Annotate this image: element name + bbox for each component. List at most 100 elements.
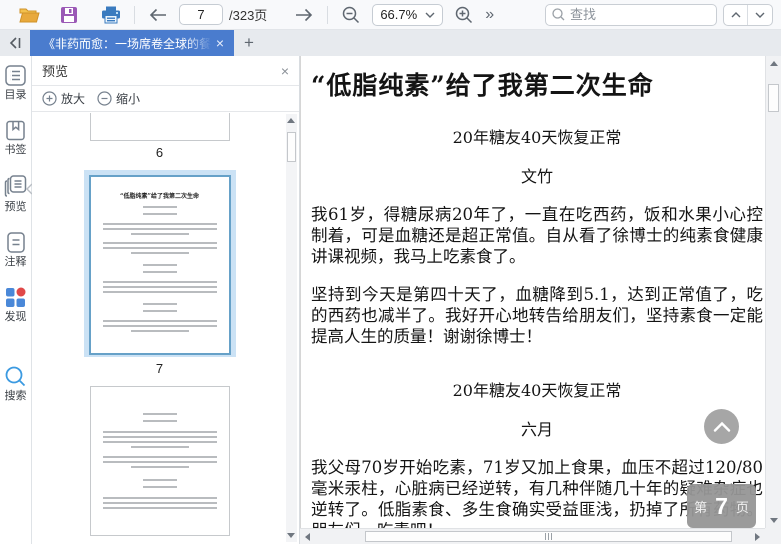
sidebar-item-search[interactable]: 搜索 [0,365,31,403]
thumbnail-zoom-out-button[interactable]: 缩小 [97,90,140,107]
scroll-right-arrow-icon[interactable] [755,533,760,541]
doc-paragraph: 坚持到今天是第四十天了，血糖降到5.1，达到正常值了，吃的西药也减半了。我好开心… [311,285,763,346]
thumbnail-label: 6 [155,145,164,160]
find-next-button[interactable] [748,5,772,25]
plus-circle-icon [42,91,57,106]
zoom-out-button[interactable] [338,3,364,27]
page-badge-number: 7 [715,492,728,519]
preview-scrollbar[interactable] [286,114,297,542]
thumbnail-page-8[interactable] [89,386,230,536]
zoom-in-button[interactable] [451,3,477,27]
sidebar-rail: 目录 书签 预览 注释 发现 搜索 [0,56,33,544]
new-tab-button[interactable]: + [234,30,264,56]
thumbnail-zoom-in-button[interactable]: 放大 [42,90,85,107]
preview-pages-icon [3,174,28,199]
sidebar-item-label: 发现 [4,311,27,323]
tab-close-icon[interactable]: × [212,36,228,50]
find-input-box[interactable] [545,3,717,26]
magnifier-minus-icon [342,6,360,24]
preview-zoom-tools: 放大 缩小 [32,86,299,112]
doc-author: 六月 [520,420,553,439]
printer-icon [101,6,121,24]
toc-icon [4,64,27,87]
sidebar-item-label: 注释 [4,256,27,268]
vertical-scrollbar-thumb[interactable] [768,84,779,112]
page-total-label: /323页 [229,8,268,23]
thumbnail-selected-highlight: “低脂纯素”给了我第二次生命 [83,170,236,357]
page-indicator-badge: 第 7 页 [687,484,756,528]
doc-author: 文竹 [520,167,553,186]
save-button[interactable] [56,3,82,27]
scroll-tabs-left-button[interactable] [0,30,30,56]
thumbnail-list: 6 “低脂纯素”给了我第二次生命 7 [32,113,287,544]
annotation-icon [5,231,27,254]
document-tab[interactable]: 《非药而愈：一场席卷全球的餐 × [30,30,234,56]
sidebar-item-label: 搜索 [4,390,27,402]
magnifier-plus-icon [455,6,473,24]
scroll-up-arrow-icon[interactable] [770,61,778,66]
preview-panel-header: 预览 × [32,56,299,86]
more-tools-button[interactable]: » [485,6,494,24]
find-input[interactable] [570,7,710,22]
tab-bar: 《非药而愈：一场席卷全球的餐 × + [0,30,781,56]
discover-icon [4,286,27,309]
page-badge-suffix: 页 [735,499,749,515]
thumbnail-zoom-in-label: 放大 [61,92,86,106]
previous-page-button[interactable] [145,3,171,27]
tab-title: 《非药而愈：一场席卷全球的餐 [43,34,212,52]
search-icon [552,8,565,21]
preview-scrollbar-thumb[interactable] [287,132,296,162]
arrow-right-icon [295,8,313,22]
chevron-down-icon [755,12,765,18]
sidebar-item-discover[interactable]: 发现 [0,286,31,324]
toolbar-separator [134,5,135,24]
chevron-up-icon [713,421,731,432]
bookmark-icon [4,119,27,142]
folder-open-icon [18,6,40,23]
main-horizontal-scrollbar[interactable] [300,528,765,544]
thumbnail-zoom-out-label: 缩小 [116,92,141,106]
document-page[interactable]: “低脂纯素”给了我第二次生命 20年糖友40天恢复正常 文竹 我61岁，得糖尿病… [300,56,765,528]
doc-subtitle: 20年糖友40天恢复正常 [452,128,622,147]
open-file-button[interactable] [16,3,42,27]
preview-panel: 预览 × 放大 缩小 6 “低脂纯素”给了我第二次生命 7 [32,56,300,544]
back-to-top-button[interactable] [704,409,739,444]
sidebar-item-label: 目录 [4,89,27,101]
chevron-left-bar-icon [8,36,22,50]
next-page-button[interactable] [291,3,317,27]
scroll-left-arrow-icon[interactable] [305,533,310,541]
main-vertical-scrollbar[interactable] [765,56,781,528]
sidebar-item-toc[interactable]: 目录 [0,64,31,102]
zoom-level-value: 66.7% [380,7,418,22]
toolbar-separator [327,5,329,24]
main-toolbar: /323页 66.7% » [0,0,781,30]
scroll-up-arrow-icon[interactable] [287,118,295,123]
find-bar [545,3,773,26]
chevron-up-icon [731,11,741,18]
find-previous-button[interactable] [724,4,748,25]
sidebar-item-preview[interactable]: 预览 [0,174,33,214]
search-icon [4,365,27,388]
print-button[interactable] [98,3,124,27]
scroll-down-arrow-icon[interactable] [770,518,778,523]
doc-subtitle: 20年糖友40天恢复正常 [452,381,622,400]
scroll-down-arrow-icon[interactable] [287,533,295,538]
page-number-input[interactable] [179,4,223,25]
doc-title: “低脂纯素”给了我第二次生命 [311,71,654,100]
minus-circle-icon [97,91,112,106]
sidebar-item-annotations[interactable]: 注释 [0,231,31,269]
preview-panel-title: 预览 [42,64,69,79]
scrollbar-corner [765,528,781,544]
thumbnail-page-6[interactable] [89,113,230,141]
arrow-left-icon [149,8,167,22]
sidebar-item-bookmarks[interactable]: 书签 [0,119,31,157]
zoom-level-select[interactable]: 66.7% [372,3,444,26]
thumbnail-page-7[interactable]: “低脂纯素”给了我第二次生命 [88,175,231,355]
horizontal-scrollbar-thumb[interactable] [365,531,732,542]
preview-close-icon[interactable]: × [281,64,289,78]
thumbnail-mini-title: “低脂纯素”给了我第二次生命 [120,193,199,200]
sidebar-item-label: 预览 [4,201,27,213]
find-nav-buttons [723,3,773,26]
doc-paragraph: 我61岁，得糖尿病20年了，一直在吃西药，饭和水果小心控制着，可是血糖还是超正常… [311,205,763,266]
chevron-down-icon [425,12,435,18]
